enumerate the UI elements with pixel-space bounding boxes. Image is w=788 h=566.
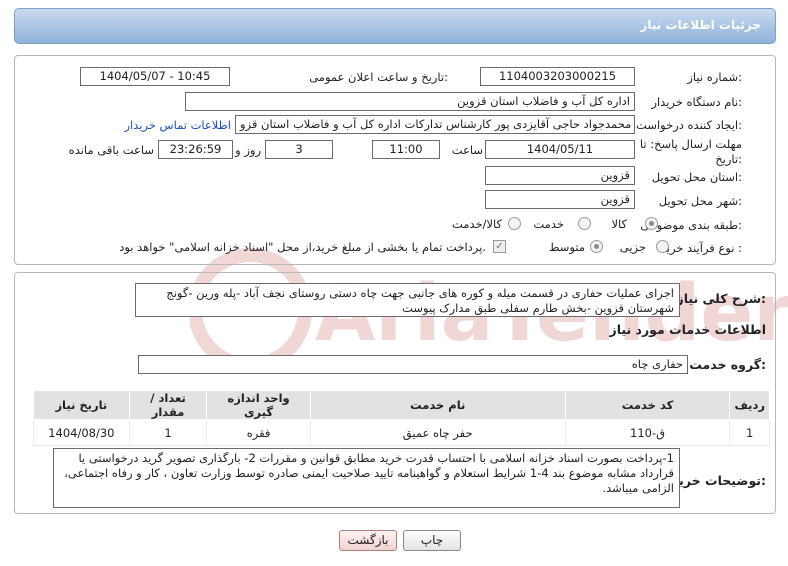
table-row: 1404/08/30 1 فقره حفر چاه عمیق ق-110 1 xyxy=(33,419,770,446)
treasury-payment-checkbox[interactable]: ✓ xyxy=(493,240,506,253)
treasury-payment-note: پرداخت تمام یا بخشی از مبلغ خرید،از محل … xyxy=(119,240,486,254)
province-label: استان محل تحویل: xyxy=(651,170,742,184)
city-label: شهر محل تحویل: xyxy=(658,194,742,208)
category-radio-goods-service[interactable] xyxy=(508,217,521,230)
announce-date-field: 1404/05/07 - 10:45 xyxy=(80,67,230,86)
cell-unit: فقره xyxy=(206,419,311,446)
creator-label: ایجاد کننده درخواست: xyxy=(636,118,742,132)
category-option-service: خدمت xyxy=(533,217,564,231)
buyer-notes-text: 1-پرداخت بصورت اسناد خزانه اسلامی با احت… xyxy=(53,448,680,508)
table-header-row: تاریخ نیاز تعداد / مقدار واحد اندازه گیر… xyxy=(33,390,770,420)
col-qty: تعداد / مقدار xyxy=(128,390,208,420)
col-unit: واحد اندازه گیری xyxy=(206,390,311,420)
cell-date: 1404/08/30 xyxy=(33,419,130,446)
services-heading: اطلاعات خدمات مورد نیاز xyxy=(609,322,767,337)
buyer-org-field: اداره کل آب و فاضلاب استان قزوین xyxy=(185,92,635,111)
process-radio-partial[interactable] xyxy=(656,240,669,253)
deadline-time-field: 11:00 xyxy=(372,140,440,159)
cell-code: ق-110 xyxy=(564,419,731,446)
category-radio-service[interactable] xyxy=(578,217,591,230)
need-number-label: شماره نیاز: xyxy=(687,70,742,84)
col-row: ردیف xyxy=(729,390,770,420)
deadline-label-date: تاریخ: xyxy=(715,152,742,166)
remaining-time-label: ساعت باقی مانده xyxy=(68,143,154,157)
cell-name: حفر چاه عمیق xyxy=(309,419,566,446)
service-group-label: گروه خدمت: xyxy=(689,357,766,372)
deadline-time-label: ساعت xyxy=(451,143,483,157)
process-radio-medium[interactable] xyxy=(590,240,603,253)
need-number-field: 1104003203000215 xyxy=(480,67,635,86)
deadline-label: مهلت ارسال پاسخ: تا xyxy=(639,137,742,151)
creator-field: محمدجواد حاجی آقایزدی پور کارشناس تدارکا… xyxy=(235,115,635,134)
city-field: قزوین xyxy=(485,190,635,209)
announce-label: تاریخ و ساعت اعلان عمومی: xyxy=(309,70,448,84)
days-remaining-field: 3 xyxy=(265,140,333,159)
category-radio-goods[interactable] xyxy=(645,217,658,230)
contact-buyer-link[interactable]: اطلاعات تماس خریدار xyxy=(124,118,231,132)
col-code: کد خدمت xyxy=(564,390,731,420)
service-group-field: حفاری چاه xyxy=(138,355,688,374)
buyer-org-label: نام دستگاه خریدار: xyxy=(651,95,742,109)
process-option-medium: متوسط xyxy=(548,240,585,254)
cell-row: 1 xyxy=(729,419,770,446)
summary-label: شرح کلی نیاز: xyxy=(676,291,767,306)
days-label: روز و xyxy=(235,143,261,157)
summary-text: اجرای عملیات حفاری در قسمت میله و کوره ه… xyxy=(135,283,680,317)
back-button[interactable]: بازگشت xyxy=(339,530,397,551)
col-date: تاریخ نیاز xyxy=(33,390,130,420)
page-header: جزئیات اطلاعات نیاز xyxy=(14,8,776,44)
category-option-goods: کالا xyxy=(611,217,627,231)
process-label: نوع فرآیند خرید : xyxy=(660,241,742,255)
province-field: قزوین xyxy=(485,166,635,185)
cell-qty: 1 xyxy=(128,419,208,446)
print-button[interactable]: چاپ xyxy=(403,530,461,551)
deadline-date-field: 1404/05/11 xyxy=(485,140,635,159)
process-option-partial: جزیی xyxy=(619,240,646,254)
info-panel xyxy=(14,55,776,265)
remaining-time-field: 23:26:59 xyxy=(158,140,233,159)
col-name: نام خدمت xyxy=(309,390,566,420)
category-option-goods-service: کالا/خدمت xyxy=(451,217,502,231)
page-title: جزئیات اطلاعات نیاز xyxy=(640,18,761,32)
services-table: تاریخ نیاز تعداد / مقدار واحد اندازه گیر… xyxy=(33,390,770,446)
